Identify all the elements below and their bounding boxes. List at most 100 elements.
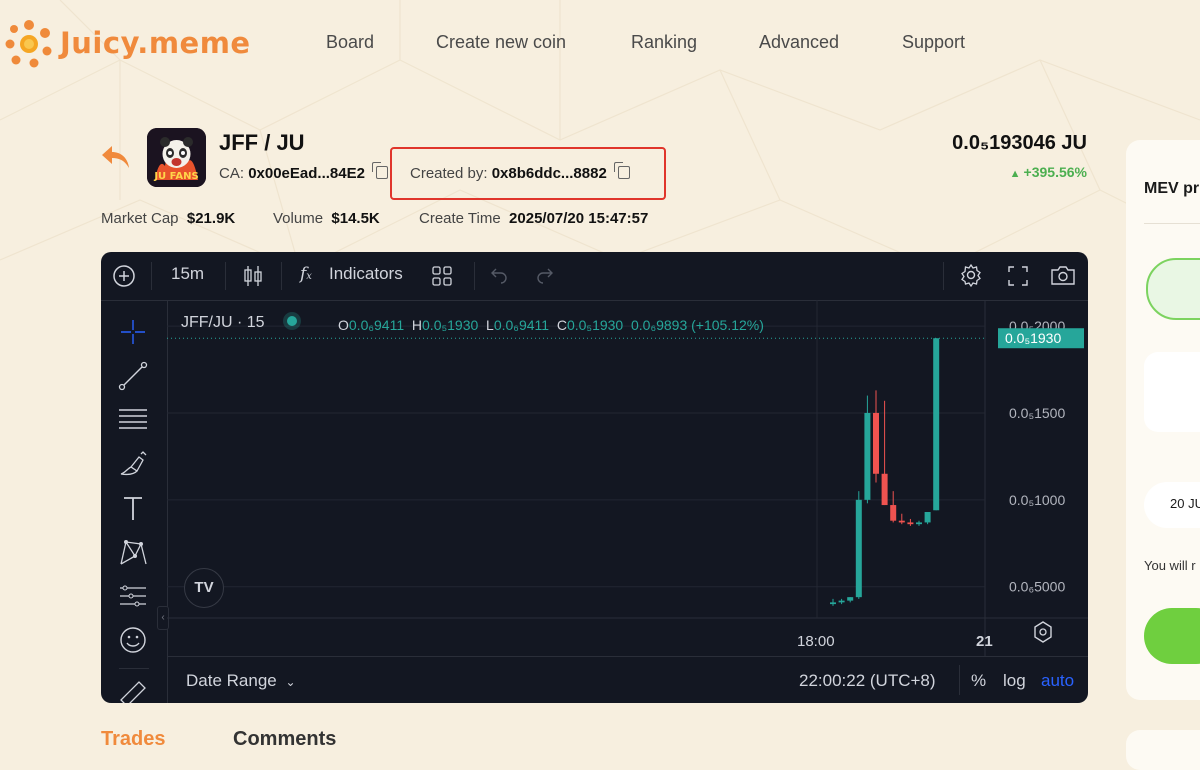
market-cap-label: Market Cap (101, 210, 179, 227)
percent-scale-toggle[interactable]: % (971, 671, 986, 691)
candle-body (881, 473, 888, 506)
date-range-selector[interactable]: Date Range ⌄ (186, 671, 296, 691)
emoji-icon[interactable] (117, 624, 149, 656)
settings-gear-icon[interactable] (959, 263, 983, 287)
ruler-icon[interactable] (117, 678, 149, 703)
token-avatar-label: JU FANS (154, 171, 199, 182)
ohlc-change-value: 0.0₆9893 (+105.12%) (631, 317, 764, 333)
contract-address-row: CA: 0x00eEad...84E2 (219, 162, 389, 182)
nav-ranking[interactable]: Ranking (631, 32, 697, 53)
candle-body (873, 412, 879, 474)
ca-label: CA: (219, 165, 245, 182)
ohlc-open-label: O (338, 317, 349, 333)
brand-logo-text[interactable]: Juicy.meme (60, 26, 251, 60)
market-cap-stat: Market Cap $21.9K (101, 210, 235, 227)
undo-icon[interactable] (489, 266, 509, 284)
pattern-tool-icon[interactable] (117, 536, 149, 568)
receive-note: You will r (1144, 558, 1196, 573)
nav-board[interactable]: Board (326, 32, 374, 53)
candle-body (898, 520, 905, 523)
mev-protection-panel: MEV pr 20 JU You will r (1126, 140, 1200, 700)
market-status-dot-icon (287, 316, 298, 326)
volume-label: Volume (273, 210, 324, 227)
x-tick-label: 21 (976, 633, 993, 650)
function-icon[interactable]: fx (300, 264, 312, 284)
log-scale-toggle[interactable]: log (1003, 671, 1026, 691)
trend-line-icon[interactable] (117, 360, 149, 392)
triangle-up-icon: ▲ (1009, 168, 1024, 180)
right-panel-lower-card (1126, 730, 1200, 770)
tradingview-chart[interactable]: 15m fx Indicators ‹ 0.0₅2000 0.0₅1500 0.… (101, 252, 1088, 703)
tab-comments[interactable]: Comments (233, 728, 336, 751)
price-change-value: +395.56% (1023, 164, 1087, 180)
market-cap-value: $21.9K (186, 210, 236, 227)
amount-input[interactable]: 20 JU (1144, 482, 1200, 528)
token-pair-title: JFF / JU (219, 130, 305, 155)
ohlc-high-label: H (411, 317, 423, 333)
nav-advanced[interactable]: Advanced (759, 32, 839, 53)
amount-input-text: 20 JU (1170, 496, 1200, 511)
redo-icon[interactable] (535, 266, 555, 284)
auto-scale-toggle[interactable]: auto (1041, 671, 1074, 691)
copy-creator-icon[interactable] (613, 162, 630, 179)
candle-body (864, 412, 871, 500)
y-tick-label: 0.0₆5000 (1009, 579, 1065, 595)
mev-panel-title: MEV pr (1144, 180, 1200, 197)
price-plot[interactable]: 0.0₅20000.0₅15000.0₅10000.0₆50000.0₅1930… (167, 300, 1088, 656)
candlestick-type-icon[interactable] (242, 264, 264, 288)
ca-value: 0x00eEad...84E2 (248, 165, 365, 182)
fullscreen-icon[interactable] (1007, 265, 1029, 287)
interval-selector[interactable]: 15m (171, 264, 204, 284)
ohlc-low-value: 0.0₆9411 (493, 317, 550, 333)
axis-settings-icon (1034, 621, 1052, 643)
layout-grid-icon[interactable] (431, 265, 453, 287)
candle-body (838, 600, 845, 603)
text-tool-icon[interactable] (117, 492, 149, 524)
add-symbol-icon[interactable] (112, 264, 136, 288)
price-change: ▲ +395.56% (1010, 164, 1087, 180)
nav-support[interactable]: Support (902, 32, 965, 53)
drawing-tools-sidebar: ‹ (101, 300, 169, 703)
crosshair-icon[interactable] (117, 316, 149, 348)
y-tick-label: 0.0₅1500 (1009, 405, 1065, 421)
axis-settings-icon-center (1039, 628, 1047, 636)
candle-body (847, 597, 854, 601)
fib-retracement-icon[interactable] (117, 404, 149, 436)
trade-submit-button[interactable] (1144, 608, 1200, 664)
volume-stat: Volume $14.5K (273, 210, 380, 227)
prediction-tool-icon[interactable] (117, 580, 149, 612)
indicators-button[interactable]: Indicators (329, 264, 403, 284)
volume-value: $14.5K (331, 210, 380, 227)
chevron-down-icon: ⌄ (285, 675, 296, 689)
tradingview-logo-icon[interactable]: TV (184, 568, 224, 608)
camera-snapshot-icon[interactable] (1050, 264, 1076, 286)
token-avatar: JU FANS (147, 128, 206, 187)
chart-bottom-bar: Date Range ⌄ 22:00:22 (UTC+8) % log auto (167, 656, 1088, 703)
create-time-label: Create Time (419, 210, 501, 227)
brush-icon[interactable] (117, 448, 149, 480)
candle-body (855, 499, 862, 598)
chart-clock[interactable]: 22:00:22 (UTC+8) (799, 671, 936, 691)
ohlc-high-value: 0.0₅1930 (422, 317, 479, 333)
last-price-tag-label: 0.0₅1930 (1005, 330, 1061, 346)
ohlc-close-value: 0.0₅1930 (566, 317, 624, 333)
token-price: 0.0₅193046 JU (952, 132, 1087, 154)
nav-create-new-coin[interactable]: Create new coin (436, 32, 566, 53)
symbol-interval-label: JFF/JU · 15 (181, 314, 265, 331)
back-arrow-icon[interactable] (100, 143, 132, 171)
ohlc-low-label: L (486, 317, 494, 333)
chart-symbol-title: JFF/JU · 15 (181, 314, 298, 332)
candle-body (924, 512, 931, 523)
x-tick-label: 18:00 (797, 633, 835, 650)
candle-body (916, 522, 922, 525)
y-tick-label: 0.0₅1000 (1009, 492, 1065, 508)
mev-toggle-option[interactable] (1146, 258, 1200, 320)
ohlc-readout: O0.0₆9411 H0.0₅1930 L0.0₆9411 C0.0₅1930 … (338, 317, 764, 333)
chart-toolbar: 15m fx Indicators (101, 252, 1088, 301)
copy-ca-icon[interactable] (372, 162, 389, 179)
tab-trades[interactable]: Trades (101, 728, 165, 751)
ohlc-close-label: C (556, 317, 567, 333)
juicy-sun-logo-icon[interactable] (4, 18, 54, 68)
candle-body (907, 522, 914, 525)
creator-address: 0x8b6ddc...8882 (491, 165, 607, 182)
